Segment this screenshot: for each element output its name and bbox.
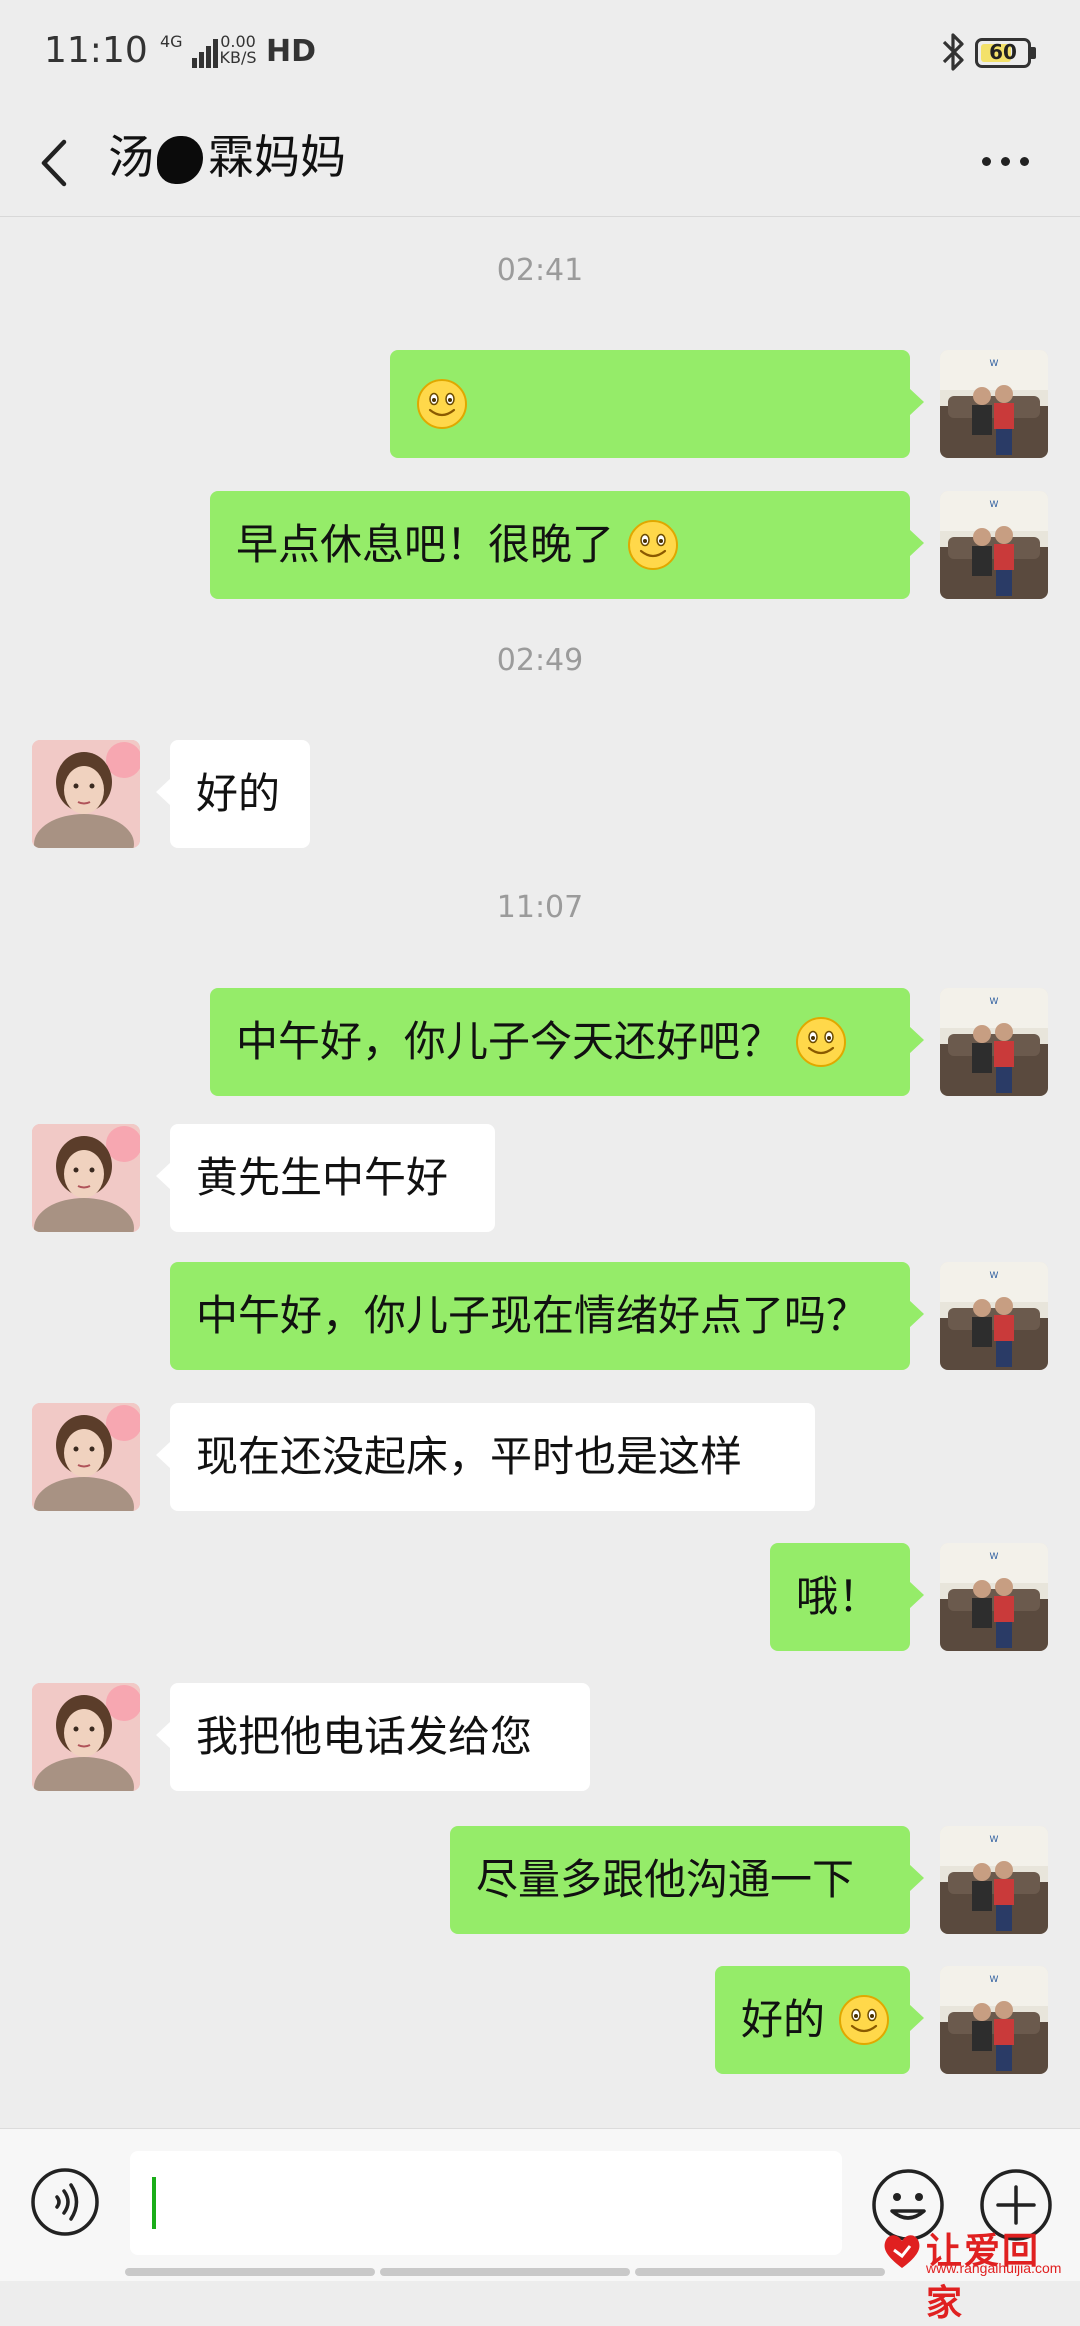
smile-emoji-icon xyxy=(628,519,679,570)
my-avatar[interactable]: W xyxy=(940,988,1048,1096)
my-avatar[interactable]: W xyxy=(940,491,1048,599)
sent-message-bubble[interactable]: 尽量多跟他沟通一下 xyxy=(450,1826,924,1934)
status-time: 11:10 xyxy=(44,30,148,71)
message-text: 好的 xyxy=(196,769,281,818)
message-list[interactable]: 02:41 W W 早点休息吧！很晚了 02:49 好的 11:07 W 中午好… xyxy=(0,217,1080,2127)
heart-logo-icon xyxy=(884,2235,920,2268)
received-message-bubble[interactable]: 好的 xyxy=(156,740,310,848)
sent-message-bubble[interactable]: 哦！ xyxy=(770,1543,924,1651)
battery-icon: 60 xyxy=(975,38,1031,68)
message-timestamp: 11:07 xyxy=(496,890,584,925)
my-avatar[interactable]: W xyxy=(940,1262,1048,1370)
more-dot xyxy=(982,157,991,166)
my-avatar[interactable]: W xyxy=(940,1966,1048,2074)
network-type: 4G xyxy=(160,32,183,51)
message-text: 黄先生中午好 xyxy=(196,1153,449,1202)
message-text: 中午好，你儿子今天还好吧？ xyxy=(236,1017,783,1066)
message-text: 早点休息吧！很晚了 xyxy=(236,520,615,569)
chat-title: 汤霖妈妈 xyxy=(108,122,346,192)
network-speed: 0.00 KB/S xyxy=(218,34,258,66)
text-caret xyxy=(152,2177,156,2229)
my-avatar[interactable]: W xyxy=(940,1826,1048,1934)
battery-tip xyxy=(1031,47,1036,59)
contact-avatar[interactable] xyxy=(32,1403,140,1511)
message-timestamp: 02:49 xyxy=(496,643,584,678)
back-chevron-icon[interactable] xyxy=(30,128,90,198)
title-rest: 霖妈妈 xyxy=(208,130,346,184)
message-input[interactable] xyxy=(130,2151,842,2255)
contact-avatar[interactable] xyxy=(32,1124,140,1232)
battery-level: 60 xyxy=(989,40,1017,64)
received-message-bubble[interactable]: 黄先生中午好 xyxy=(156,1124,495,1232)
svg-text:W: W xyxy=(990,1552,999,1562)
voice-icon[interactable] xyxy=(30,2167,100,2237)
svg-text:W: W xyxy=(990,500,999,510)
my-avatar[interactable]: W xyxy=(940,350,1048,458)
message-timestamp: 02:41 xyxy=(496,253,584,288)
message-text: 中午好，你儿子现在情绪好点了吗？ xyxy=(196,1291,869,1340)
message-text: 好的 xyxy=(741,1995,826,2044)
svg-text:W: W xyxy=(990,1835,999,1845)
smile-emoji-icon xyxy=(839,1994,890,2045)
gesture-segment xyxy=(125,2268,375,2276)
more-options-button[interactable] xyxy=(970,130,1040,190)
contact-avatar[interactable] xyxy=(32,1683,140,1791)
svg-text:W: W xyxy=(990,359,999,369)
smile-emoji-icon xyxy=(417,378,467,429)
contact-avatar[interactable] xyxy=(32,740,140,848)
speed-unit: KB/S xyxy=(219,48,257,67)
sent-message-bubble[interactable]: 中午好，你儿子现在情绪好点了吗？ xyxy=(170,1262,924,1370)
status-bar: 11:10 4G 0.00 KB/S HD 60 xyxy=(0,0,1080,110)
sent-message-bubble[interactable]: 早点休息吧！很晚了 xyxy=(210,491,924,599)
smile-emoji-icon xyxy=(796,1016,847,1067)
gesture-segment xyxy=(635,2268,885,2276)
received-message-bubble[interactable]: 现在还没起床，平时也是这样 xyxy=(156,1403,815,1511)
message-text: 我把他电话发给您 xyxy=(196,1712,533,1761)
hd-indicator: HD xyxy=(266,34,317,69)
more-dot xyxy=(1020,157,1029,166)
sent-message-bubble[interactable]: 好的 xyxy=(715,1966,924,2074)
message-text: 哦！ xyxy=(796,1572,881,1621)
my-avatar[interactable]: W xyxy=(940,1543,1048,1651)
chat-header: 汤霖妈妈 xyxy=(0,110,1080,217)
received-message-bubble[interactable]: 我把他电话发给您 xyxy=(156,1683,590,1791)
gesture-segment xyxy=(380,2268,630,2276)
message-text: 尽量多跟他沟通一下 xyxy=(476,1855,855,1904)
message-text: 现在还没起床，平时也是这样 xyxy=(196,1432,743,1481)
bluetooth-icon xyxy=(942,33,964,71)
title-first-char: 汤 xyxy=(108,130,154,184)
sent-message-bubble[interactable]: 中午好，你儿子今天还好吧？ xyxy=(210,988,924,1096)
more-dot xyxy=(1001,157,1010,166)
sent-message-bubble[interactable] xyxy=(390,350,924,458)
svg-text:W: W xyxy=(990,1975,999,1985)
svg-text:W: W xyxy=(990,1271,999,1281)
nav-gesture-bar xyxy=(125,2268,1075,2276)
svg-text:W: W xyxy=(990,997,999,1007)
